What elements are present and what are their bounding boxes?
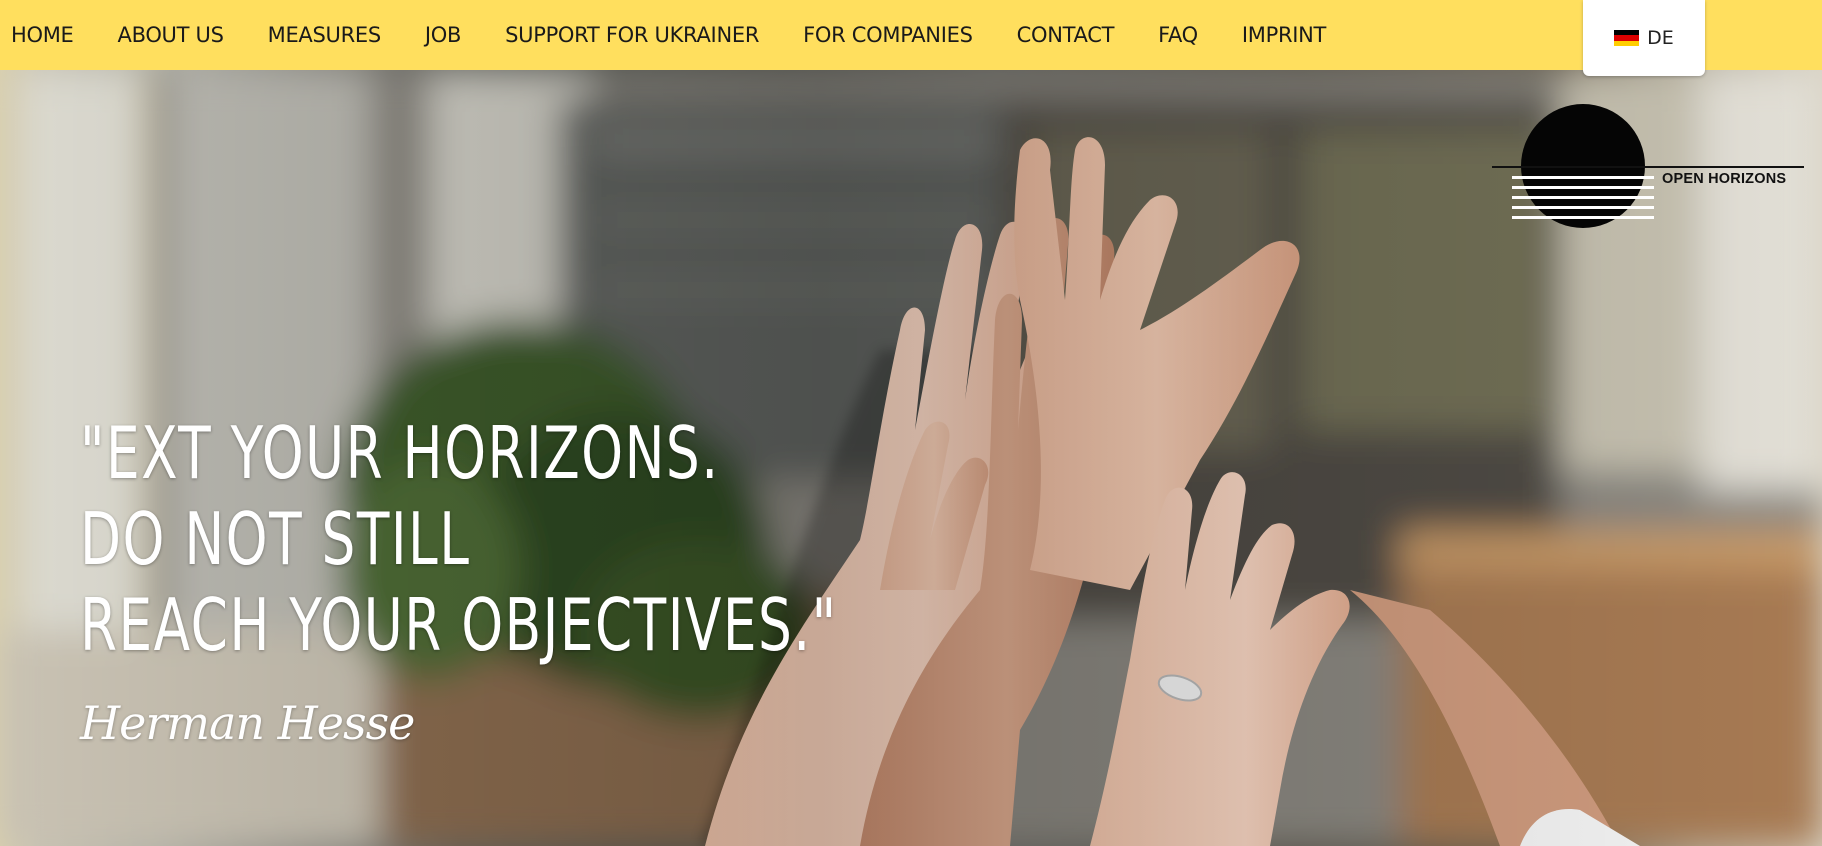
nav-item-job[interactable]: JOB bbox=[425, 23, 462, 47]
open-horizons-logo[interactable]: OPEN HORIZONS bbox=[1492, 103, 1804, 233]
hero-quote: "EXT YOUR HORIZONS. DO NOT STILL REACH Y… bbox=[80, 410, 1104, 668]
nav-item-about-us[interactable]: ABOUT US bbox=[118, 23, 224, 47]
nav-item-faq[interactable]: FAQ bbox=[1158, 23, 1198, 47]
nav-item-measures[interactable]: MEASURES bbox=[268, 23, 382, 47]
top-navigation-bar: HOME ABOUT US MEASURES JOB SUPPORT FOR U… bbox=[0, 0, 1822, 70]
nav-item-imprint[interactable]: IMPRINT bbox=[1242, 23, 1327, 47]
nav-item-home[interactable]: HOME bbox=[11, 23, 74, 47]
quote-line-1: "EXT YOUR HORIZONS. bbox=[80, 411, 720, 495]
logo-text: OPEN HORIZONS bbox=[1662, 171, 1787, 187]
quote-author: Herman Hesse bbox=[80, 696, 415, 750]
nav-item-for-companies[interactable]: FOR COMPANIES bbox=[803, 23, 973, 47]
nav-item-support-for-ukrainer[interactable]: SUPPORT FOR UKRAINER bbox=[505, 23, 759, 47]
sunset-circle-logo-icon bbox=[1492, 104, 1804, 228]
quote-line-2: DO NOT STILL bbox=[80, 497, 471, 581]
quote-line-3: REACH YOUR OBJECTIVES." bbox=[80, 583, 838, 667]
language-switcher[interactable]: DE bbox=[1583, 0, 1705, 76]
language-code: DE bbox=[1647, 27, 1674, 49]
main-menu: HOME ABOUT US MEASURES JOB SUPPORT FOR U… bbox=[0, 0, 1370, 70]
german-flag-icon bbox=[1614, 30, 1640, 46]
nav-item-contact[interactable]: CONTACT bbox=[1017, 23, 1115, 47]
